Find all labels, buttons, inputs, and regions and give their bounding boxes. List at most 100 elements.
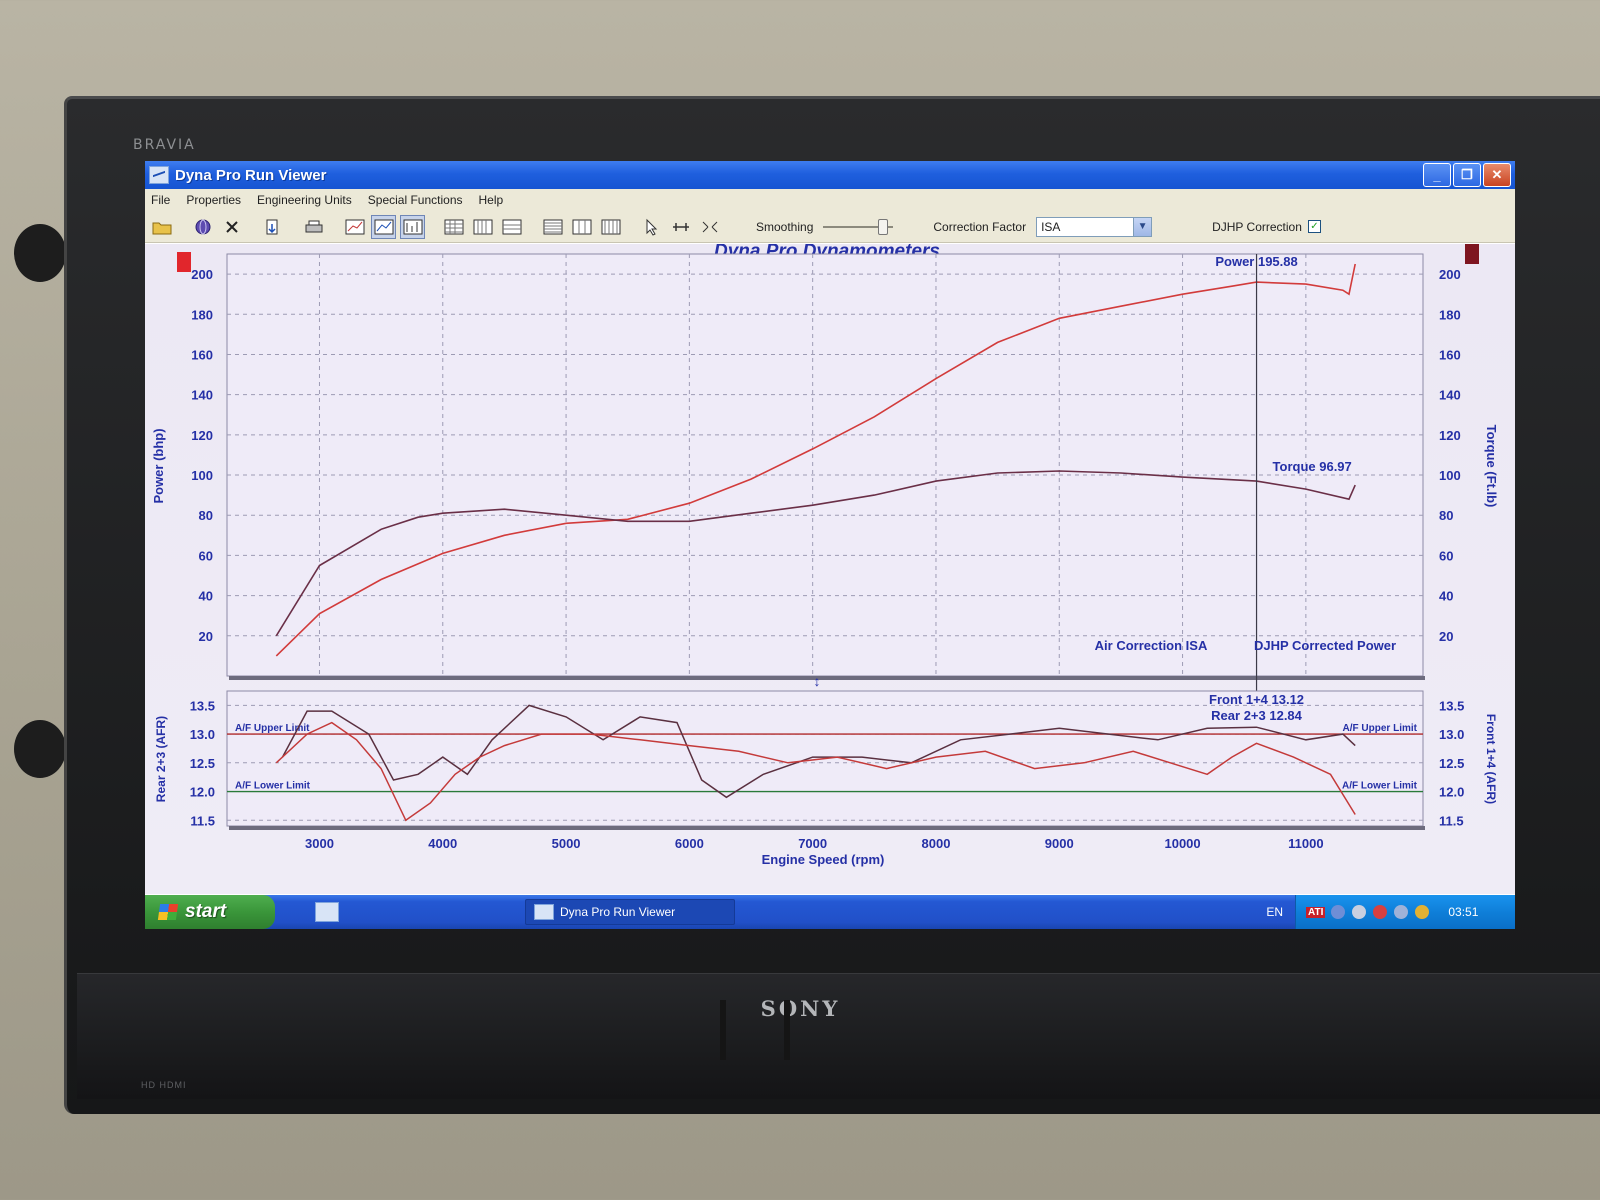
table-icon-3[interactable] — [598, 215, 623, 239]
front-afr-readout: Front 1+4 13.12 — [1209, 692, 1304, 707]
afr-plot-shadow — [229, 826, 1425, 830]
cursor-icon[interactable] — [639, 215, 664, 239]
devices-tray-icon[interactable] — [1394, 905, 1409, 919]
afr-y-tick-left: 12.5 — [190, 756, 215, 771]
y-tick-left: 140 — [191, 388, 213, 403]
y-tick-right: 60 — [1439, 548, 1453, 563]
language-indicator[interactable]: EN — [1266, 905, 1283, 919]
rear-afr-readout: Rear 2+3 12.84 — [1211, 708, 1302, 723]
smoothing-slider-thumb[interactable] — [877, 218, 888, 235]
graph-icon[interactable] — [342, 215, 367, 239]
wall-hole-top — [14, 224, 66, 282]
y-tick-right: 140 — [1439, 388, 1461, 403]
graph-compare-icon[interactable] — [400, 214, 425, 239]
x-tick-label: 7000 — [798, 836, 827, 851]
ati-tray-icon[interactable]: ATI — [1306, 906, 1326, 918]
taskbar-item-label: Dyna Pro Run Viewer — [560, 905, 676, 919]
windows-logo-icon — [157, 904, 179, 920]
menubar: File Properties Engineering Units Specia… — [145, 189, 1515, 211]
y-tick-right: 120 — [1439, 428, 1461, 443]
torque-readout: Torque 96.97 — [1273, 459, 1352, 474]
open-folder-icon[interactable] — [149, 215, 174, 239]
correction-factor-select[interactable]: ISA ▼ — [1036, 216, 1153, 237]
taskbar-item-dyna-pro[interactable]: Dyna Pro Run Viewer — [525, 899, 735, 925]
taskbar: start Dyna Pro Run Viewer EN ATI 03:51 — [145, 895, 1515, 929]
y-tick-left: 200 — [191, 267, 213, 282]
window-title: Dyna Pro Run Viewer — [175, 166, 327, 184]
table-icon-1[interactable] — [540, 215, 565, 239]
afr-y-tick-right: 13.5 — [1439, 698, 1464, 713]
y-tick-right: 40 — [1439, 589, 1453, 604]
afr-y-tick-right: 13.0 — [1439, 727, 1464, 742]
smoothing-slider[interactable] — [823, 218, 894, 235]
volume-tray-icon[interactable] — [1352, 905, 1367, 919]
x-axis-label: Engine Speed (rpm) — [762, 852, 885, 867]
chart-area: Dyna Pro Dynamometers 20 20 40 40 60 60 80 80 100… — [145, 244, 1515, 894]
afr-upper-limit-label-left: A/F Upper Limit — [235, 723, 310, 734]
import-icon[interactable] — [260, 215, 285, 239]
y-tick-left: 40 — [199, 589, 213, 604]
menu-help[interactable]: Help — [479, 193, 504, 207]
afr-y-tick-left: 11.5 — [190, 813, 215, 828]
print-icon[interactable] — [301, 215, 326, 239]
djhp-corrected-power-label: DJHP Corrected Power — [1254, 638, 1396, 653]
quick-launch-icon[interactable] — [315, 902, 339, 922]
power-plot-shadow — [229, 676, 1425, 680]
fit-icon[interactable] — [697, 215, 722, 239]
power-readout: Power 195.88 — [1215, 254, 1297, 269]
wall-hole-bottom — [14, 720, 66, 778]
x-tick-label: 9000 — [1045, 836, 1074, 851]
menu-engineering-units[interactable]: Engineering Units — [257, 193, 352, 207]
grid-icon-2[interactable] — [470, 215, 495, 239]
x-tick-label: 8000 — [922, 836, 951, 851]
chevron-down-icon[interactable]: ▼ — [1133, 217, 1152, 236]
window-controls: _ ❐ ✕ — [1423, 163, 1511, 187]
djhp-correction-checkbox[interactable]: ✓ — [1307, 220, 1321, 233]
afr-y-tick-left: 13.5 — [190, 698, 215, 713]
x-tick-label: 6000 — [675, 836, 704, 851]
correction-factor-label: Correction Factor — [933, 219, 1027, 234]
shield-tray-icon[interactable] — [1415, 905, 1430, 919]
app-icon — [534, 904, 554, 920]
table-icon-2[interactable] — [569, 215, 594, 239]
afr-y-tick-left: 12.0 — [190, 785, 215, 800]
y-tick-right: 20 — [1439, 629, 1453, 644]
tv-ports-label: HD HDMI — [141, 1080, 187, 1090]
afr-y-tick-right: 12.5 — [1439, 756, 1464, 771]
y-tick-right: 80 — [1439, 508, 1453, 523]
menu-special-functions[interactable]: Special Functions — [368, 193, 463, 207]
close-button[interactable]: ✕ — [1483, 163, 1511, 187]
x-tick-label: 11000 — [1288, 836, 1323, 851]
grid-icon-3[interactable] — [499, 215, 524, 239]
y-tick-left: 20 — [199, 629, 213, 644]
y-tick-right: 160 — [1439, 347, 1461, 362]
afr-lower-limit-label-right: A/F Lower Limit — [1342, 781, 1418, 792]
y-axis-label-left: Power (bhp) — [151, 428, 166, 503]
window-titlebar[interactable]: Dyna Pro Run Viewer _ ❐ ✕ — [145, 161, 1515, 189]
app-icon — [149, 166, 169, 184]
delete-icon[interactable] — [219, 215, 244, 239]
y-tick-left: 160 — [191, 347, 213, 362]
measure-icon[interactable] — [668, 215, 693, 239]
afr-y-axis-label-right: Front 1+4 (AFR) — [1484, 714, 1498, 804]
security-tray-icon[interactable] — [1373, 905, 1388, 919]
minimize-button[interactable]: _ — [1423, 163, 1451, 187]
globe-icon[interactable] — [190, 215, 215, 239]
maximize-button[interactable]: ❐ — [1453, 163, 1481, 187]
x-tick-label: 4000 — [428, 836, 457, 851]
grid-icon-1[interactable] — [441, 215, 466, 239]
toolbar: Smoothing Correction Factor ISA ▼ DJHP C… — [145, 211, 1515, 243]
clock[interactable]: 03:51 — [1448, 905, 1478, 919]
afr-y-tick-right: 12.0 — [1439, 785, 1464, 800]
y-tick-left: 180 — [191, 307, 213, 322]
menu-properties[interactable]: Properties — [186, 193, 241, 207]
network-tray-icon[interactable] — [1331, 905, 1346, 919]
graph-zoom-icon[interactable] — [371, 214, 396, 239]
menu-file[interactable]: File — [151, 193, 170, 207]
split-handle-icon: ↕ — [814, 673, 821, 689]
afr-y-axis-label-left: Rear 2+3 (AFR) — [154, 716, 168, 802]
smoothing-label: Smoothing — [756, 219, 814, 234]
start-button[interactable]: start — [145, 895, 275, 929]
dyno-charts: Dyna Pro Dynamometers20 2040 4060 6080 80100… — [151, 244, 1499, 867]
y-tick-left: 100 — [191, 468, 213, 483]
